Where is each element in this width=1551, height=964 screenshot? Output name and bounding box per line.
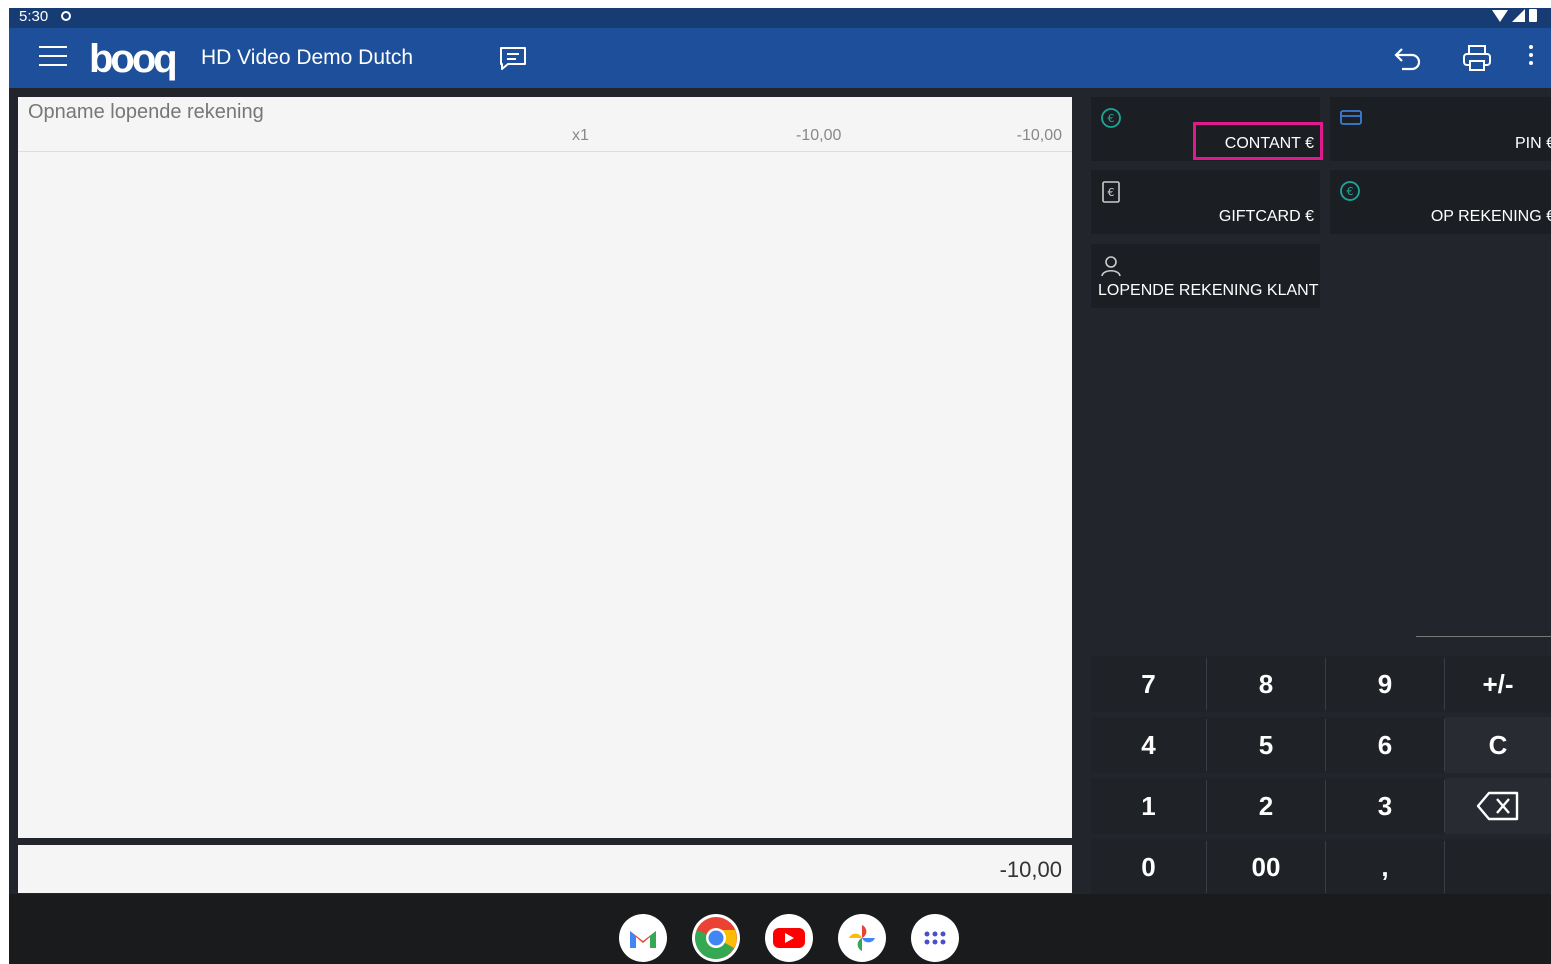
keypad-separator xyxy=(1325,658,1326,710)
keypad-separator xyxy=(1444,719,1445,771)
card-icon xyxy=(1340,110,1362,125)
key-button[interactable]: 7 xyxy=(1091,656,1206,712)
tablet-screen: 5:30 booq HD Video Demo Dutch Opname lop… xyxy=(9,8,1551,964)
booq-logo: booq xyxy=(89,37,178,81)
key-button[interactable]: 3 xyxy=(1326,778,1444,834)
system-icons xyxy=(1492,9,1537,22)
keypad-separator xyxy=(1325,841,1326,893)
receipt-panel: Opname lopende rekening x1 -10,00 -10,00 xyxy=(18,97,1072,838)
key-button[interactable]: 6 xyxy=(1326,717,1444,773)
svg-text:€: € xyxy=(1108,112,1115,125)
app-bar: booq HD Video Demo Dutch xyxy=(9,28,1551,88)
key-button[interactable]: 0 xyxy=(1091,839,1206,895)
payment-label: LOPENDE REKENING KLANT xyxy=(1098,282,1319,299)
key-button[interactable]: 5 xyxy=(1207,717,1325,773)
euro-circle-icon: € xyxy=(1340,181,1360,201)
payment-op-rekening-button[interactable]: € OP REKENING € xyxy=(1330,170,1551,234)
app-title: HD Video Demo Dutch xyxy=(201,46,414,69)
key-button[interactable]: , xyxy=(1326,839,1444,895)
receipt-total-bar: -10,00 xyxy=(18,845,1072,893)
gmail-icon[interactable] xyxy=(619,914,667,962)
line-total: -10,00 xyxy=(1016,127,1062,144)
keypad-separator xyxy=(1206,841,1207,893)
keypad-separator xyxy=(1206,780,1207,832)
payment-label: GIFTCARD € xyxy=(1218,208,1314,225)
more-options-icon[interactable] xyxy=(1528,45,1534,69)
grand-total: -10,00 xyxy=(999,857,1062,882)
payment-label: OP REKENING € xyxy=(1430,208,1551,225)
keypad-separator xyxy=(1444,841,1445,893)
youtube-icon[interactable] xyxy=(765,914,813,962)
euro-circle-icon: € xyxy=(1101,108,1121,128)
payment-label: PIN € xyxy=(1514,135,1551,152)
undo-icon[interactable] xyxy=(1392,45,1424,71)
photos-icon[interactable] xyxy=(838,914,886,962)
app-dock xyxy=(9,894,1551,964)
keypad-separator xyxy=(1325,719,1326,771)
print-icon[interactable] xyxy=(1461,43,1493,73)
signal-icon xyxy=(1512,9,1525,22)
battery-icon xyxy=(1529,9,1537,22)
key-button[interactable]: 9 xyxy=(1326,656,1444,712)
payment-contant-button[interactable]: € CONTANT € xyxy=(1091,97,1320,161)
key-button[interactable]: 00 xyxy=(1207,839,1325,895)
apps-icon[interactable] xyxy=(911,914,959,962)
keypad-separator xyxy=(1444,780,1445,832)
receipt-title: Opname lopende rekening xyxy=(28,101,264,123)
divider xyxy=(1416,636,1551,637)
key-button[interactable]: 2 xyxy=(1207,778,1325,834)
status-bar: 5:30 xyxy=(9,8,1551,28)
svg-text:€: € xyxy=(1347,185,1354,198)
payment-giftcard-button[interactable]: € GIFTCARD € xyxy=(1091,170,1320,234)
keypad-separator xyxy=(1206,719,1207,771)
line-quantity: x1 xyxy=(572,127,589,144)
key-button[interactable]: C xyxy=(1445,717,1551,773)
notification-icon xyxy=(61,11,71,21)
keypad-separator xyxy=(1325,780,1326,832)
keypad-separator xyxy=(1444,658,1445,710)
key-button[interactable]: 4 xyxy=(1091,717,1206,773)
payment-label: CONTANT € xyxy=(1224,135,1314,152)
giftcard-icon: € xyxy=(1102,181,1120,203)
chat-icon[interactable] xyxy=(498,45,528,71)
key-button[interactable]: 1 xyxy=(1091,778,1206,834)
payment-lopende-rekening-button[interactable]: LOPENDE REKENING KLANT xyxy=(1091,244,1320,308)
payment-pin-button[interactable]: PIN € xyxy=(1330,97,1551,161)
keypad-separator xyxy=(1206,658,1207,710)
keypad-empty xyxy=(1445,839,1551,895)
person-icon xyxy=(1101,256,1121,277)
receipt-line[interactable]: x1 -10,00 -10,00 xyxy=(18,125,1072,152)
menu-icon[interactable] xyxy=(39,46,67,70)
key-button[interactable]: 8 xyxy=(1207,656,1325,712)
line-price: -10,00 xyxy=(796,127,842,144)
key-button[interactable]: +/- xyxy=(1445,656,1551,712)
chrome-icon[interactable] xyxy=(692,914,740,962)
backspace-icon[interactable] xyxy=(1445,778,1551,834)
svg-text:€: € xyxy=(1108,186,1115,199)
wifi-icon xyxy=(1492,9,1508,22)
status-time: 5:30 xyxy=(19,8,49,25)
